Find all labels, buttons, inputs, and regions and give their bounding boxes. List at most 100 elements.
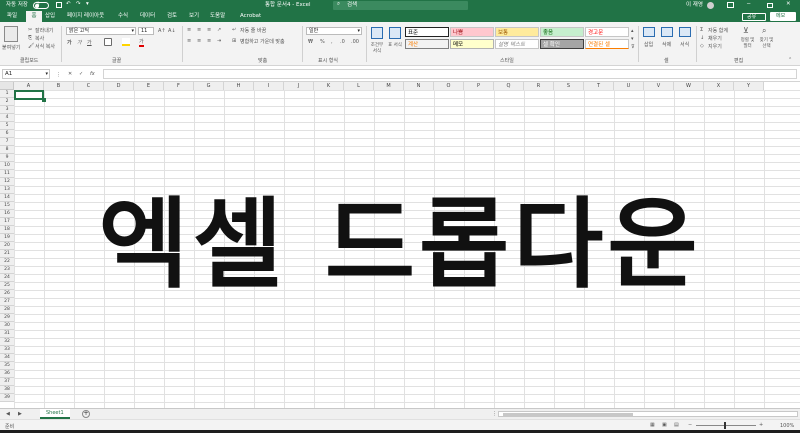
autosum-button[interactable]: 자동 합계 xyxy=(708,27,728,34)
row-header[interactable]: 4 xyxy=(0,114,14,122)
font-name-select[interactable]: 맑은 고딕 ▾ xyxy=(66,27,136,35)
column-header-k[interactable]: K xyxy=(314,82,344,90)
tab-data[interactable]: 데이터 xyxy=(140,13,155,20)
page-layout-view-icon[interactable]: ▣ xyxy=(662,422,667,428)
row-header[interactable]: 11 xyxy=(0,170,14,178)
row-header[interactable]: 24 xyxy=(0,274,14,282)
fill-color-icon[interactable] xyxy=(122,38,130,46)
style-warning[interactable]: 경고문 xyxy=(585,27,629,37)
style-check-cell[interactable]: 셀 확인 xyxy=(540,39,584,49)
font-size-select[interactable]: 11 xyxy=(138,27,154,35)
fill-button[interactable]: 채우기 xyxy=(708,35,722,42)
style-linked-cell[interactable]: 연결된 셀 xyxy=(585,39,629,49)
save-icon[interactable] xyxy=(56,2,62,8)
format-cells-button[interactable]: 서식 xyxy=(680,41,689,48)
avatar[interactable] xyxy=(707,2,714,9)
row-header[interactable]: 23 xyxy=(0,266,14,274)
column-header-v[interactable]: V xyxy=(644,82,674,90)
align-middle-icon[interactable]: ≡ xyxy=(197,27,201,33)
next-sheet-icon[interactable]: ▶ xyxy=(18,411,22,417)
user-name[interactable]: 이 재영 xyxy=(686,2,703,9)
enter-icon[interactable]: ✓ xyxy=(79,71,83,77)
style-neutral[interactable]: 보통 xyxy=(495,27,539,37)
comma-icon[interactable]: , xyxy=(331,39,333,45)
align-top-icon[interactable]: ≡ xyxy=(187,27,191,33)
row-header[interactable]: 13 xyxy=(0,186,14,194)
column-header-i[interactable]: I xyxy=(254,82,284,90)
tab-review[interactable]: 검토 xyxy=(167,13,177,20)
sort-filter-button[interactable]: 정렬 및 필터 xyxy=(739,37,756,49)
redo-icon[interactable]: ↷ xyxy=(76,1,81,8)
copy-icon[interactable]: ⎘ xyxy=(28,35,32,41)
column-header-d[interactable]: D xyxy=(104,82,134,90)
align-right-icon[interactable]: ≡ xyxy=(207,38,211,44)
clear-icon[interactable]: ◇ xyxy=(700,43,704,49)
row-header[interactable]: 6 xyxy=(0,130,14,138)
align-center-icon[interactable]: ≡ xyxy=(197,38,201,44)
wrap-text-button[interactable]: 자동 줄 바꿈 xyxy=(240,27,266,34)
percent-icon[interactable]: % xyxy=(320,39,325,45)
style-calculation[interactable]: 계산 xyxy=(405,39,449,49)
qat-more-icon[interactable]: ▾ xyxy=(86,1,89,8)
border-icon[interactable] xyxy=(104,38,112,46)
row-header[interactable]: 14 xyxy=(0,194,14,202)
row-header[interactable]: 1 xyxy=(0,90,14,98)
tab-formulas[interactable]: 수식 xyxy=(118,13,128,20)
sheet-tab[interactable]: Sheet1 xyxy=(40,409,70,419)
row-header[interactable]: 27 xyxy=(0,298,14,306)
column-header-q[interactable]: Q xyxy=(494,82,524,90)
column-header-n[interactable]: N xyxy=(404,82,434,90)
merge-icon[interactable]: ⊞ xyxy=(232,38,236,44)
fill-icon[interactable]: ↓ xyxy=(700,35,704,41)
row-header[interactable]: 33 xyxy=(0,346,14,354)
format-cells-icon[interactable] xyxy=(679,27,691,37)
add-sheet-button[interactable]: + xyxy=(82,410,90,418)
cancel-icon[interactable]: ✕ xyxy=(68,71,72,77)
search-box[interactable]: ⌕ 검색 xyxy=(333,1,468,10)
row-header[interactable]: 18 xyxy=(0,226,14,234)
style-note[interactable]: 메모 xyxy=(450,39,494,49)
close-icon[interactable]: ✕ xyxy=(786,1,791,8)
column-header-g[interactable]: G xyxy=(194,82,224,90)
zoom-out-icon[interactable]: − xyxy=(688,422,692,428)
row-header[interactable]: 10 xyxy=(0,162,14,170)
scrollbar-thumb[interactable] xyxy=(503,413,633,416)
formula-input[interactable] xyxy=(103,69,797,79)
column-header-t[interactable]: T xyxy=(584,82,614,90)
row-header[interactable]: 12 xyxy=(0,178,14,186)
style-explanatory[interactable]: 설명 텍스트 xyxy=(495,39,539,49)
underline-icon[interactable]: 가 xyxy=(87,39,92,46)
currency-icon[interactable]: ₩ xyxy=(308,39,313,45)
format-painter-icon[interactable]: 🖌 xyxy=(28,43,34,49)
increase-decimal-icon[interactable]: .0 xyxy=(340,39,345,45)
format-table-button[interactable]: 표 서식 xyxy=(388,42,402,48)
cut-icon[interactable]: ✂ xyxy=(28,27,32,33)
row-header[interactable]: 17 xyxy=(0,218,14,226)
row-header[interactable]: 36 xyxy=(0,370,14,378)
selected-cell-a1[interactable] xyxy=(14,90,44,100)
format-painter-button[interactable]: 서식 복사 xyxy=(35,43,55,50)
column-header-s[interactable]: S xyxy=(554,82,584,90)
row-header[interactable]: 30 xyxy=(0,322,14,330)
column-header-e[interactable]: E xyxy=(134,82,164,90)
column-header-j[interactable]: J xyxy=(284,82,314,90)
style-normal[interactable]: 표준 xyxy=(405,27,449,37)
row-header[interactable]: 7 xyxy=(0,138,14,146)
bold-icon[interactable]: 가 xyxy=(67,39,72,46)
column-header-f[interactable]: F xyxy=(164,82,194,90)
column-header-w[interactable]: W xyxy=(674,82,704,90)
paste-label[interactable]: 붙여넣기 xyxy=(2,44,20,51)
decrease-font-icon[interactable]: A↓ xyxy=(168,28,176,34)
tab-view[interactable]: 보기 xyxy=(189,13,199,20)
align-bottom-icon[interactable]: ≡ xyxy=(207,27,211,33)
zoom-level[interactable]: 100% xyxy=(780,423,794,429)
divider[interactable]: ⋮ xyxy=(492,411,497,417)
undo-icon[interactable]: ↶ xyxy=(66,1,71,8)
select-all-corner[interactable] xyxy=(0,82,14,90)
wrap-text-icon[interactable]: ↵ xyxy=(232,27,236,33)
paste-icon[interactable] xyxy=(4,26,18,42)
column-header-m[interactable]: M xyxy=(374,82,404,90)
decrease-decimal-icon[interactable]: .00 xyxy=(351,39,359,45)
autosum-icon[interactable]: Σ xyxy=(700,27,703,33)
minimize-icon[interactable]: ─ xyxy=(747,1,750,8)
